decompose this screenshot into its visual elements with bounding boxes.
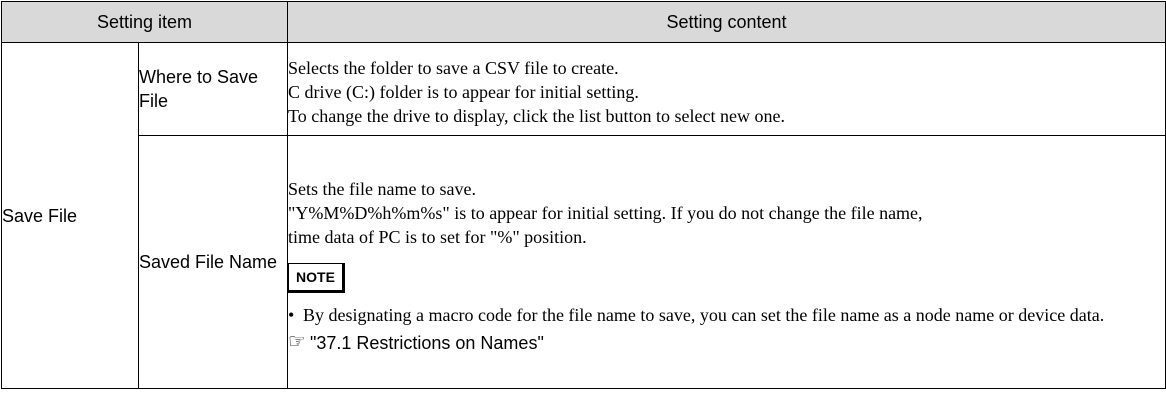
header-setting-content: Setting content [287,1,1166,43]
pointing-hand-icon: ☞ [288,329,306,353]
item-saved-file-name: Saved File Name [137,135,289,389]
content-saved-file-name: Sets the file name to save. "Y%M%D%h%m%s… [287,135,1166,389]
note-badge: NOTE [288,263,345,293]
content-where-to-save-file: Selects the folder to save a CSV file to… [287,42,1166,136]
table-row: Save File Where to Save File Selects the… [1,42,1166,389]
content-line: time data of PC is to set for "%" positi… [288,227,587,247]
content-line: To change the drive to display, click th… [288,106,785,126]
item-where-to-save-file: Where to Save File [137,42,289,136]
group-label-save-file: Save File [1,42,139,389]
bullet-icon: • [288,305,295,325]
content-line: Selects the folder to save a CSV file to… [288,58,619,78]
table-row: Saved File Name Sets the file name to sa… [2,135,1166,389]
content-line: Sets the file name to save. [288,179,476,199]
content-line: C drive (C:) folder is to appear for ini… [288,82,639,102]
reference-text: "37.1 Restrictions on Names" [309,333,544,353]
header-row: Setting item Setting content [0,1,1166,43]
note-bullet-item: • By designating a macro code for the fil… [288,303,1165,327]
settings-table: Setting item Setting content Save File W… [0,1,1166,389]
header-setting-item: Setting item [0,1,289,43]
reference-link[interactable]: ☞ "37.1 Restrictions on Names" [288,331,1165,355]
note-bullet-text: By designating a macro code for the file… [303,305,1105,325]
content-line: "Y%M%D%h%m%s" is to appear for initial s… [288,203,923,223]
